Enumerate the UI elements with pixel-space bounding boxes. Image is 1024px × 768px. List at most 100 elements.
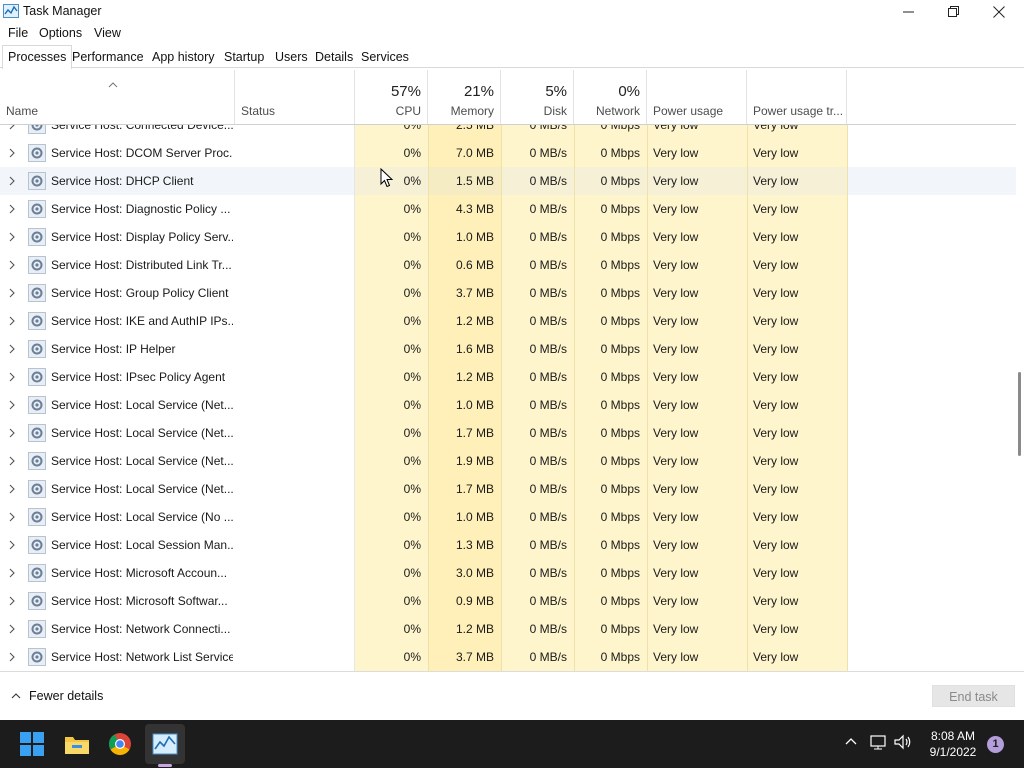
volume-icon[interactable] <box>894 734 912 750</box>
service-host-icon <box>28 396 46 414</box>
menu-file[interactable]: File <box>8 26 28 40</box>
task-manager-button[interactable] <box>149 728 181 760</box>
expand-chevron-icon[interactable] <box>8 204 16 214</box>
show-hidden-icons-icon[interactable] <box>844 734 858 748</box>
expand-chevron-icon[interactable] <box>8 512 16 522</box>
column-power-usage[interactable]: Power usage <box>647 70 747 124</box>
service-host-icon <box>28 648 46 666</box>
table-row[interactable]: Service Host: Local Service (Net... 0% 1.7… <box>0 419 1016 447</box>
column-network[interactable]: 0% Network <box>574 70 647 124</box>
expand-chevron-icon[interactable] <box>8 288 16 298</box>
column-cpu[interactable]: 57% CPU <box>355 70 428 124</box>
tab-processes[interactable]: Processes <box>2 45 73 69</box>
menu-options[interactable]: Options <box>39 26 82 40</box>
tab-details[interactable]: Details <box>309 45 359 68</box>
process-name: Service Host: Microsoft Softwar... <box>51 594 228 608</box>
expand-chevron-icon[interactable] <box>8 568 16 578</box>
expand-chevron-icon[interactable] <box>8 176 16 186</box>
column-name[interactable]: Name <box>0 70 235 124</box>
active-app-indicator <box>158 764 172 767</box>
mouse-cursor-icon <box>380 168 394 188</box>
expand-chevron-icon[interactable] <box>8 316 16 326</box>
column-status[interactable]: Status <box>235 70 355 124</box>
tab-startup[interactable]: Startup <box>218 45 270 68</box>
scrollbar-thumb[interactable] <box>1018 372 1021 456</box>
power-trend-value: Very low <box>753 566 799 580</box>
disk-value: 0 MB/s <box>529 174 567 188</box>
expand-chevron-icon[interactable] <box>8 260 16 270</box>
service-host-icon <box>28 564 46 582</box>
fewer-details-button[interactable]: Fewer details <box>11 689 103 703</box>
expand-chevron-icon[interactable] <box>8 484 16 494</box>
table-row[interactable]: Service Host: Group Policy Client 0% 3.7 M… <box>0 279 1016 307</box>
column-memory[interactable]: 21% Memory <box>428 70 501 124</box>
column-divider <box>847 125 848 671</box>
expand-chevron-icon[interactable] <box>8 372 16 382</box>
menu-view[interactable]: View <box>94 26 121 40</box>
table-row[interactable]: Service Host: Local Service (Net... 0% 1.0… <box>0 391 1016 419</box>
expand-chevron-icon[interactable] <box>8 232 16 242</box>
table-row[interactable]: Service Host: Local Service (Net... 0% 1.9… <box>0 447 1016 475</box>
expand-chevron-icon[interactable] <box>8 428 16 438</box>
network-value: 0 Mbps <box>600 510 640 524</box>
power-usage-value: Very low <box>653 538 699 552</box>
process-list: Service Host: Connected Device... 0% 2.5 M… <box>0 125 1016 671</box>
tab-users[interactable]: Users <box>269 45 314 68</box>
expand-chevron-icon[interactable] <box>8 624 16 634</box>
service-host-icon <box>28 125 46 134</box>
table-row[interactable]: Service Host: Local Service (No ... 0% 1.0… <box>0 503 1016 531</box>
minimize-button[interactable] <box>885 0 931 23</box>
table-row[interactable]: Service Host: Microsoft Accoun... 0% 3.0 M… <box>0 559 1016 587</box>
network-value: 0 Mbps <box>600 454 640 468</box>
expand-chevron-icon[interactable] <box>8 652 16 662</box>
tab-services[interactable]: Services <box>355 45 415 68</box>
power-usage-value: Very low <box>653 622 699 636</box>
memory-value: 1.2 MB <box>455 370 494 384</box>
chrome-button[interactable] <box>104 728 136 760</box>
network-icon[interactable] <box>870 734 888 750</box>
table-row[interactable]: Service Host: Network List Service 0% 3.7 … <box>0 643 1016 671</box>
system-clock[interactable]: 8:08 AM 9/1/2022 <box>920 728 986 760</box>
memory-value: 4.3 MB <box>455 202 494 216</box>
expand-chevron-icon[interactable] <box>8 456 16 466</box>
expand-chevron-icon[interactable] <box>8 540 16 550</box>
tab-app-history[interactable]: App history <box>146 45 221 68</box>
close-button[interactable] <box>976 0 1022 23</box>
table-row[interactable]: Service Host: IP Helper 0% 1.6 MB 0 MB/s 0 M… <box>0 335 1016 363</box>
table-row[interactable]: Service Host: Diagnostic Policy ... 0% 4.3… <box>0 195 1016 223</box>
table-row[interactable]: Service Host: Display Policy Serv... 0% 1.… <box>0 223 1016 251</box>
power-trend-value: Very low <box>753 202 799 216</box>
table-row[interactable]: Service Host: Local Service (Net... 0% 1.7… <box>0 475 1016 503</box>
tab-performance[interactable]: Performance <box>66 45 150 68</box>
table-row[interactable]: Service Host: Local Session Man... 0% 1.3 … <box>0 531 1016 559</box>
memory-value: 2.5 MB <box>455 125 494 132</box>
vertical-scrollbar[interactable] <box>1016 70 1024 671</box>
cpu-value: 0% <box>403 622 421 636</box>
power-trend-value: Very low <box>753 174 799 188</box>
network-value: 0 Mbps <box>600 594 640 608</box>
column-power-usage-trend[interactable]: Power usage tr... <box>747 70 847 124</box>
sort-ascending-icon <box>108 82 118 88</box>
table-row[interactable]: Service Host: Microsoft Softwar... 0% 0.9 … <box>0 587 1016 615</box>
expand-chevron-icon[interactable] <box>8 400 16 410</box>
table-row[interactable]: Service Host: Connected Device... 0% 2.5 M… <box>0 125 1016 139</box>
column-disk[interactable]: 5% Disk <box>501 70 574 124</box>
end-task-button[interactable]: End task <box>932 685 1015 707</box>
expand-chevron-icon[interactable] <box>8 344 16 354</box>
expand-chevron-icon[interactable] <box>8 125 16 130</box>
table-row[interactable]: Service Host: Distributed Link Tr... 0% 0.… <box>0 251 1016 279</box>
start-button[interactable] <box>16 728 48 760</box>
table-row[interactable]: Service Host: DCOM Server Proc... 0% 7.0 M… <box>0 139 1016 167</box>
table-row[interactable]: Service Host: DHCP Client 0% 1.5 MB 0 MB/s 0… <box>0 167 1016 195</box>
file-explorer-button[interactable] <box>61 728 93 760</box>
power-usage-value: Very low <box>653 174 699 188</box>
expand-chevron-icon[interactable] <box>8 148 16 158</box>
restore-button[interactable] <box>930 0 976 23</box>
table-row[interactable]: Service Host: IPsec Policy Agent 0% 1.2 MB… <box>0 363 1016 391</box>
network-value: 0 Mbps <box>600 482 640 496</box>
start-icon <box>20 732 44 756</box>
table-row[interactable]: Service Host: Network Connecti... 0% 1.2 M… <box>0 615 1016 643</box>
expand-chevron-icon[interactable] <box>8 596 16 606</box>
notification-badge[interactable]: 1 <box>987 736 1004 753</box>
table-row[interactable]: Service Host: IKE and AuthIP IPs... 0% 1.2… <box>0 307 1016 335</box>
